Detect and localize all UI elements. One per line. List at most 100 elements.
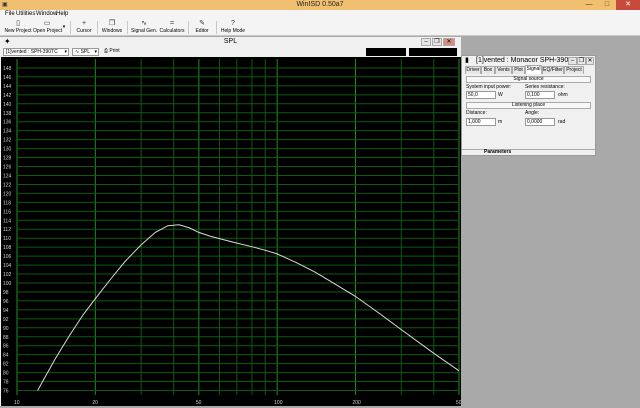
spl-plot[interactable]: 76 78 80 82 84 86 88 90 92 94 96 98 100 102 104 106 108 1… xyxy=(1,57,465,406)
spl-toolbar: [1]vented : SPH-390TC ▾ ∿ SPL ▾ ⎙ Print xyxy=(0,48,461,57)
tab-vents[interactable]: Vents xyxy=(495,66,512,74)
parameters-window: ▮ [1]vented : Monacor SPH-390TC – ❐ ✕ Dr… xyxy=(461,55,596,156)
toolbar-separator xyxy=(70,21,71,34)
x-tick-label: 50 xyxy=(196,400,202,406)
menu-window[interactable]: Window xyxy=(36,11,57,17)
menubar: File Utilities Window Help xyxy=(0,10,640,19)
series-resistance-label: Series resistance: xyxy=(525,84,565,90)
spl-minimize-button[interactable]: – xyxy=(421,38,431,46)
x-tick-label: 500 xyxy=(456,400,461,406)
sine-wave-icon: ∿ xyxy=(141,20,147,27)
y-tick-label: 124 xyxy=(3,173,12,179)
chevron-down-icon: ▾ xyxy=(94,49,97,55)
windows-button[interactable]: ❐ Windows xyxy=(101,20,123,35)
menu-file[interactable]: File xyxy=(5,11,15,17)
spl-window: ✦ SPL – ❐ ✕ [1]vented : SPH-390TC ▾ ∿ SP… xyxy=(0,37,465,406)
project-select-value: [1]vented : SPH-390TC xyxy=(6,49,58,55)
y-tick-label: 102 xyxy=(3,272,12,278)
y-tick-label: 112 xyxy=(3,227,11,233)
spl-close-button[interactable]: ✕ xyxy=(443,38,455,46)
question-mark-icon: ? xyxy=(231,20,235,27)
parameters-titlebar[interactable]: ▮ [1]vented : Monacor SPH-390TC – ❐ ✕ xyxy=(462,56,595,65)
y-tick-label: 142 xyxy=(3,93,12,99)
calculator-icon: = xyxy=(169,20,175,27)
cursor-readout-left xyxy=(366,48,406,56)
angle-field[interactable] xyxy=(525,118,555,126)
signal-source-header: Signal source xyxy=(466,76,591,83)
parameters-bottom-label: Parameters xyxy=(484,149,512,155)
y-tick-label: 110 xyxy=(3,236,11,242)
distance-field[interactable] xyxy=(466,118,496,126)
toolbar-separator xyxy=(127,21,128,34)
menu-utilities[interactable]: Utilities xyxy=(16,11,35,17)
param-restore-button[interactable]: ❐ xyxy=(577,57,586,65)
y-tick-label: 92 xyxy=(3,317,9,323)
graph-type-select[interactable]: ∿ SPL ▾ xyxy=(72,48,99,56)
y-tick-label: 128 xyxy=(3,156,12,162)
spl-curve xyxy=(37,224,460,391)
minimize-button[interactable]: — xyxy=(580,0,598,10)
editor-button[interactable]: ✎ Editor xyxy=(193,20,211,35)
series-resistance-unit: ohm xyxy=(558,92,568,98)
y-tick-label: 84 xyxy=(3,353,9,359)
y-tick-label: 88 xyxy=(3,335,9,341)
series-resistance-field[interactable] xyxy=(525,91,555,99)
tab-box[interactable]: Box xyxy=(481,66,495,74)
x-tick-label: 20 xyxy=(92,400,98,406)
listening-place-header: Listening place xyxy=(466,102,591,109)
y-tick-label: 148 xyxy=(3,66,12,72)
app-titlebar: WinISD 0.50a7 ▣ — □ ✕ xyxy=(0,0,640,10)
editor-icon: ✎ xyxy=(199,20,205,27)
spl-window-titlebar[interactable]: ✦ SPL – ❐ ✕ xyxy=(0,37,461,47)
y-tick-label: 116 xyxy=(3,209,11,215)
signal-gen-button[interactable]: ∿ Signal Gen. xyxy=(131,20,157,35)
y-tick-label: 120 xyxy=(3,191,12,197)
param-minimize-button[interactable]: – xyxy=(568,57,577,65)
spl-window-title: SPL xyxy=(223,38,238,45)
y-tick-label: 118 xyxy=(3,200,11,206)
distance-unit: m xyxy=(498,119,503,125)
y-tick-label: 136 xyxy=(3,120,12,126)
system-input-power-field[interactable] xyxy=(466,91,496,99)
print-button[interactable]: ⎙ Print xyxy=(102,48,124,56)
parameters-title: [1]vented : Monacor SPH-390TC xyxy=(476,57,578,64)
tab-plot[interactable]: Plot xyxy=(512,66,525,74)
app-title: WinISD 0.50a7 xyxy=(296,1,344,8)
angle-label: Angle: xyxy=(525,110,540,116)
y-tick-label: 104 xyxy=(3,263,12,269)
print-label: Print xyxy=(109,48,120,54)
spl-restore-button[interactable]: ❐ xyxy=(432,38,442,46)
menu-help[interactable]: Help xyxy=(56,11,68,17)
cursor-button[interactable]: + Cursor xyxy=(74,20,94,35)
param-close-button[interactable]: ✕ xyxy=(586,57,594,65)
chevron-down-icon: ▾ xyxy=(64,49,67,55)
open-project-button[interactable]: ▭ Open Project xyxy=(33,20,62,35)
project-select[interactable]: [1]vented : SPH-390TC ▾ xyxy=(3,48,69,56)
close-button[interactable]: ✕ xyxy=(616,0,640,10)
chevron-down-icon[interactable]: ▾ xyxy=(61,20,67,35)
y-tick-label: 82 xyxy=(3,362,9,368)
y-tick-label: 138 xyxy=(3,111,12,117)
distance-label: Distance: xyxy=(466,110,487,116)
tab-signal[interactable]: Signal xyxy=(525,65,542,74)
new-file-icon: ▯ xyxy=(16,20,20,27)
parameters-bottom-tab[interactable]: Parameters xyxy=(462,149,595,155)
y-tick-label: 100 xyxy=(3,281,12,287)
y-tick-label: 98 xyxy=(3,290,9,296)
y-tick-label: 144 xyxy=(3,84,12,90)
maximize-button[interactable]: □ xyxy=(598,0,616,10)
y-tick-label: 146 xyxy=(3,75,12,81)
x-tick-label: 200 xyxy=(352,400,361,406)
y-tick-label: 94 xyxy=(3,308,9,314)
new-project-button[interactable]: ▯ New Project xyxy=(4,20,32,35)
x-tick-label: 100 xyxy=(274,400,283,406)
crosshair-icon: + xyxy=(81,20,87,27)
tab-project[interactable]: Project xyxy=(564,66,584,74)
help-mode-button[interactable]: ? Help Mode xyxy=(220,20,246,35)
calculators-button[interactable]: = Calculators xyxy=(159,20,185,35)
tab-driver[interactable]: Driver xyxy=(465,66,481,74)
tab-eq-filter[interactable]: EQ/Filter xyxy=(542,66,564,74)
y-tick-label: 132 xyxy=(3,138,12,144)
y-tick-label: 96 xyxy=(3,299,9,305)
main-toolbar: ▯ New Project ▭ Open Project ▾ + Cursor … xyxy=(0,19,640,36)
